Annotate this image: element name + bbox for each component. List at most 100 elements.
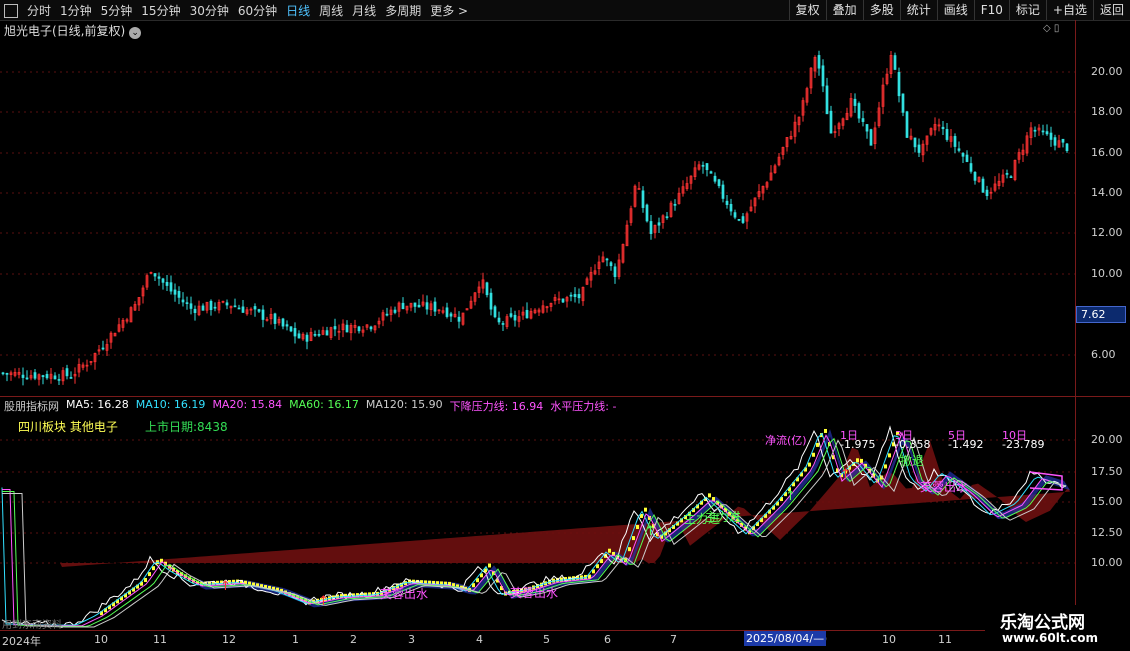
annotation-1: 芙蓉出水: [920, 480, 969, 494]
time-axis: 2024年101112123456791011: [0, 630, 1130, 651]
candle-body: [1065, 143, 1069, 152]
candle-body: [609, 262, 613, 267]
flow-value-3: -23.789: [1002, 438, 1045, 451]
candle-body: [821, 65, 825, 87]
candle-body: [101, 347, 105, 350]
candle-body: [569, 294, 573, 297]
candle-body: [981, 178, 985, 193]
price-tick-label: 12.00: [1091, 226, 1123, 239]
candle-body: [953, 136, 957, 147]
time-label-13: 11: [938, 633, 952, 646]
candle-body: [917, 144, 921, 153]
time-label-4: 1: [292, 633, 299, 646]
candle-body: [225, 302, 229, 306]
indicator-tick-label: 15.00: [1091, 495, 1123, 508]
candle-body: [1033, 129, 1037, 132]
price-tick-label: 20.00: [1091, 65, 1123, 78]
candle-body: [305, 334, 309, 342]
source-note: 用到东南资料: [2, 620, 62, 631]
candle-body: [401, 302, 405, 310]
candle-body: [169, 282, 173, 292]
candle-body: [945, 129, 949, 140]
time-label-8: 5: [543, 633, 550, 646]
price-axis-divider: [1075, 20, 1076, 630]
candle-body: [717, 179, 721, 187]
candle-body: [713, 175, 717, 182]
signal-block: [632, 536, 635, 541]
candle-body: [293, 328, 297, 337]
candle-body: [973, 171, 977, 181]
candle-body: [1041, 130, 1045, 133]
crosshair-date: 2025/08/04/—: [744, 631, 826, 646]
candle-body: [605, 258, 609, 261]
panel-divider[interactable]: [0, 396, 1130, 397]
signal-block: [860, 458, 863, 463]
candle-body: [201, 305, 205, 311]
candle-body: [645, 204, 649, 222]
time-label-6: 3: [408, 633, 415, 646]
signal-arrow-icon: ↑: [645, 524, 656, 539]
candle-body: [725, 200, 729, 205]
candle-body: [709, 171, 713, 174]
candle-body: [985, 189, 989, 196]
price-tick-label: 14.00: [1091, 186, 1123, 199]
signal-block: [560, 577, 563, 582]
candle-body: [357, 326, 361, 332]
signal-block: [644, 507, 647, 512]
time-label-1: 10: [94, 633, 108, 646]
candle-body: [209, 300, 213, 311]
candle-body: [513, 314, 517, 321]
candle-body: [233, 305, 237, 308]
signal-block: [816, 442, 819, 447]
candle-body: [561, 298, 565, 303]
signal-block: [608, 548, 611, 553]
candle-body: [173, 289, 177, 295]
candle-body: [853, 98, 857, 106]
candle-body: [281, 318, 285, 327]
indicator-name[interactable]: 股朋指标网: [4, 398, 59, 414]
candle-body: [577, 294, 581, 299]
price-tick-label: 6.00: [1091, 348, 1116, 361]
candle-body: [257, 309, 261, 312]
candle-body: [913, 137, 917, 148]
time-label-3: 12: [222, 633, 236, 646]
candle-body: [369, 326, 373, 330]
signal-block: [152, 566, 155, 571]
time-label-2: 11: [153, 633, 167, 646]
candle-body: [53, 375, 57, 380]
candle-body: [1045, 131, 1049, 135]
indicator-value-5: 下降压力线: 16.94: [449, 400, 544, 413]
candle-body: [1009, 176, 1013, 179]
candle-body: [485, 282, 489, 296]
candle-body: [185, 302, 189, 305]
candle-body: [701, 164, 705, 167]
annotation-2: 芙蓉出水: [380, 587, 429, 601]
signal-block: [708, 493, 711, 498]
time-label-9: 6: [604, 633, 611, 646]
candle-body: [509, 313, 513, 317]
signal-block: [232, 579, 235, 584]
time-label-12: 10: [882, 633, 896, 646]
signal-arrow-icon: ↑: [785, 489, 796, 504]
candle-body: [289, 326, 293, 332]
flow-value-0: -1.975: [840, 438, 876, 451]
signal-block: [808, 462, 811, 467]
sector-label: 四川板块 其他电子: [18, 420, 118, 434]
candle-body: [189, 303, 193, 309]
candle-body: [285, 324, 289, 327]
signal-block: [884, 464, 887, 469]
candle-body: [165, 282, 169, 286]
candle-body: [313, 334, 317, 336]
candle-body: [857, 103, 861, 119]
candle-body: [193, 308, 197, 313]
signal-block: [580, 575, 583, 580]
candle-body: [33, 372, 37, 379]
kline-chart[interactable]: ↑ ↑ ↑ ↑ ↑: [0, 0, 1130, 650]
candle-body: [865, 124, 869, 132]
candle-body: [741, 216, 745, 223]
candle-body: [181, 299, 185, 303]
signal-block: [888, 453, 891, 458]
signal-block: [148, 572, 151, 577]
candle-body: [417, 304, 421, 308]
candle-body: [897, 72, 901, 97]
